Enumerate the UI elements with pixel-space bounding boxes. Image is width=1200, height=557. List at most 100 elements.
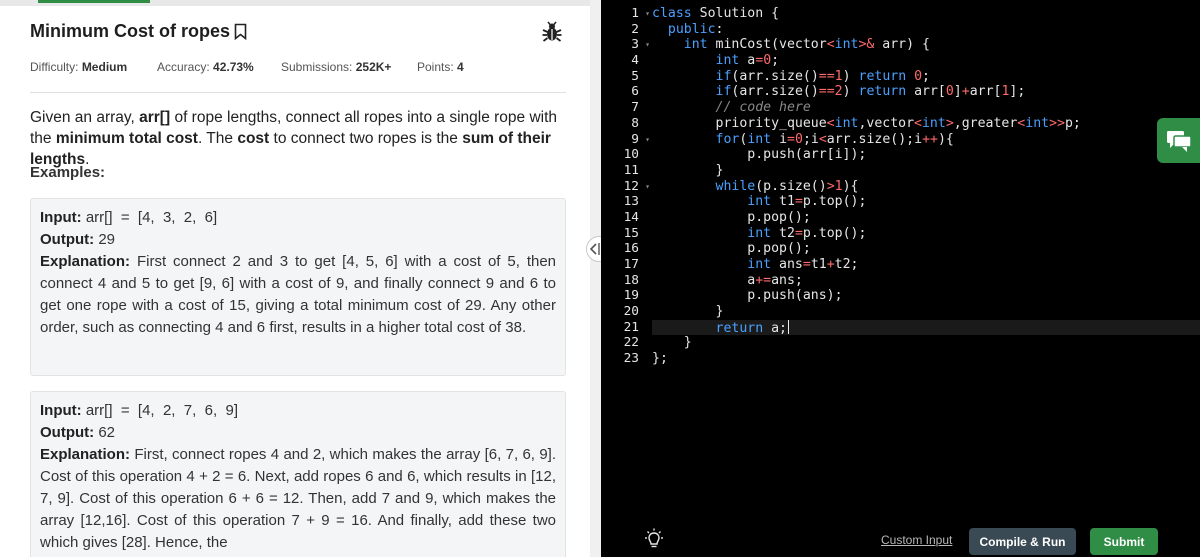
code-line[interactable]: p.pop(); (652, 241, 1200, 257)
desc-text: . The (197, 130, 238, 147)
bookmark-icon[interactable] (234, 23, 247, 41)
output-value: 62 (98, 424, 115, 441)
code-line[interactable]: if(arr.size()==1) return 0; (652, 69, 1200, 85)
bulb-icon[interactable] (643, 528, 665, 550)
problem-pane: Minimum Cost of ropes Difficulty: Medium… (0, 0, 590, 557)
code-line[interactable]: // code here (652, 100, 1200, 116)
line-number: 20 (623, 304, 639, 320)
code-line[interactable]: int minCost(vector<int>& arr) { (652, 37, 1200, 53)
example-box: Input: arr[] = [4, 2, 7, 6, 9] Output: 6… (30, 391, 566, 557)
line-number: 8 (631, 115, 639, 131)
input-label: Input: (40, 209, 82, 226)
code-line[interactable]: } (652, 304, 1200, 320)
explanation-label: Explanation: (40, 253, 131, 270)
chat-icon[interactable] (1157, 118, 1200, 163)
line-number: 4 (631, 53, 639, 69)
code-area[interactable]: class Solution { public: int minCost(vec… (652, 6, 1200, 367)
line-number: 11 (623, 162, 639, 178)
submit-button[interactable]: Submit (1090, 528, 1158, 555)
code-line[interactable]: p.pop(); (652, 210, 1200, 226)
code-line[interactable]: p.push(ans); (652, 288, 1200, 304)
code-line[interactable]: public: (652, 22, 1200, 38)
header-divider (30, 92, 566, 93)
line-number: 3 ▾ (631, 37, 650, 53)
points-label: Points: (417, 60, 454, 74)
editor-footer: Custom Input Compile & Run Submit (601, 520, 1200, 557)
accuracy-meta: Accuracy: 42.73% (157, 60, 254, 74)
code-line[interactable]: a+=ans; (652, 273, 1200, 289)
code-line[interactable]: if(arr.size()==2) return arr[0]+arr[1]; (652, 84, 1200, 100)
fold-arrow-icon[interactable]: ▾ (645, 37, 650, 53)
line-number: 12 ▾ (623, 178, 650, 195)
line-number: 9 ▾ (631, 131, 650, 148)
problem-title-text: Minimum Cost of ropes (30, 21, 231, 41)
example-output: Output: 29 (40, 229, 556, 251)
bug-report-icon[interactable] (541, 21, 563, 43)
pane-splitter[interactable] (590, 0, 601, 557)
points-value: 4 (457, 60, 464, 74)
submissions-label: Submissions: (281, 60, 353, 74)
active-tab-indicator (38, 0, 150, 3)
code-line-active[interactable]: return a; (652, 319, 1200, 336)
input-label: Input: (40, 402, 82, 419)
line-number-gutter: 1 ▾ 2 3 ▾ 4 5 6 7 8 9 ▾ 10 11 12 ▾ 13 14 15 16 17 18 19 20 21 22 2… (601, 6, 651, 367)
accuracy-value: 42.73% (213, 60, 254, 74)
difficulty-meta: Difficulty: Medium (30, 60, 127, 74)
line-number: 17 (623, 257, 639, 272)
code-editor[interactable]: 1 ▾ 2 3 ▾ 4 5 6 7 8 9 ▾ 10 11 12 ▾ 13 14 15 16 17 18 19 20 21 22 2… (601, 0, 1200, 520)
line-number: 7 (631, 100, 639, 116)
difficulty-value: Medium (81, 60, 128, 74)
accuracy-label: Accuracy: (157, 60, 210, 74)
difficulty-label: Difficulty: (30, 60, 79, 74)
fold-arrow-icon[interactable]: ▾ (645, 179, 650, 195)
example-box: Input: arr[] = [4, 3, 2, 6] Output: 29 E… (30, 198, 566, 376)
code-line[interactable]: for(int i=0;i<arr.size();i++){ (652, 132, 1200, 148)
input-value: arr[] = [4, 2, 7, 6, 9] (85, 402, 238, 419)
code-line[interactable]: priority_queue<int,vector<int>,greater<i… (652, 116, 1200, 132)
line-number: 15 (623, 225, 639, 241)
desc-text: to connect two ropes is the (269, 130, 463, 147)
output-label: Output: (40, 424, 95, 441)
fold-arrow-icon[interactable]: ▾ (645, 132, 650, 148)
example-input: Input: arr[] = [4, 2, 7, 6, 9] (40, 400, 556, 422)
example-explanation: Explanation: First connect 2 and 3 to ge… (40, 251, 556, 339)
desc-bold: arr[] (139, 109, 171, 126)
code-line[interactable]: int t2=p.top(); (652, 226, 1200, 242)
compile-run-button[interactable]: Compile & Run (969, 528, 1076, 555)
custom-input-link[interactable]: Custom Input (881, 533, 952, 547)
submissions-value: 252K+ (355, 60, 392, 74)
example-explanation: Explanation: First, connect ropes 4 and … (40, 444, 556, 554)
line-number: 16 (623, 241, 639, 257)
text-caret (788, 319, 789, 334)
output-value: 29 (98, 231, 115, 248)
code-line[interactable]: } (652, 335, 1200, 351)
output-label: Output: (40, 231, 95, 248)
problem-description: Given an array, arr[] of rope lengths, c… (30, 107, 570, 170)
input-value: arr[] = [4, 3, 2, 6] (85, 209, 218, 226)
line-number: 1 ▾ (631, 6, 650, 22)
line-number: 19 (623, 288, 639, 304)
code-line[interactable]: p.push(arr[i]); (652, 147, 1200, 163)
code-line[interactable]: int a=0; (652, 53, 1200, 69)
line-number: 10 (623, 147, 639, 163)
code-line[interactable]: class Solution { (652, 6, 1200, 22)
line-number: 23 (623, 351, 639, 367)
line-number: 21 (623, 319, 639, 335)
fold-arrow-icon[interactable]: ▾ (645, 6, 650, 22)
tab-indicator-bar (0, 0, 590, 6)
line-number: 18 (623, 272, 639, 288)
code-line[interactable]: int ans=t1+t2; (652, 257, 1200, 273)
line-number: 22 (623, 335, 639, 351)
explanation-label: Explanation: (40, 446, 131, 463)
line-number: 2 (631, 21, 639, 37)
line-number: 6 (631, 84, 639, 100)
code-line[interactable]: }; (652, 351, 1200, 367)
problem-title: Minimum Cost of ropes (30, 21, 247, 42)
desc-text: Given an array, (30, 109, 140, 126)
code-line[interactable]: } (652, 163, 1200, 179)
code-line[interactable]: while(p.size()>1){ (652, 179, 1200, 195)
desc-bold: minimum total cost (55, 130, 198, 147)
code-line[interactable]: int t1=p.top(); (652, 194, 1200, 210)
submissions-meta: Submissions: 252K+ (281, 60, 391, 74)
desc-bold: cost (237, 130, 270, 147)
